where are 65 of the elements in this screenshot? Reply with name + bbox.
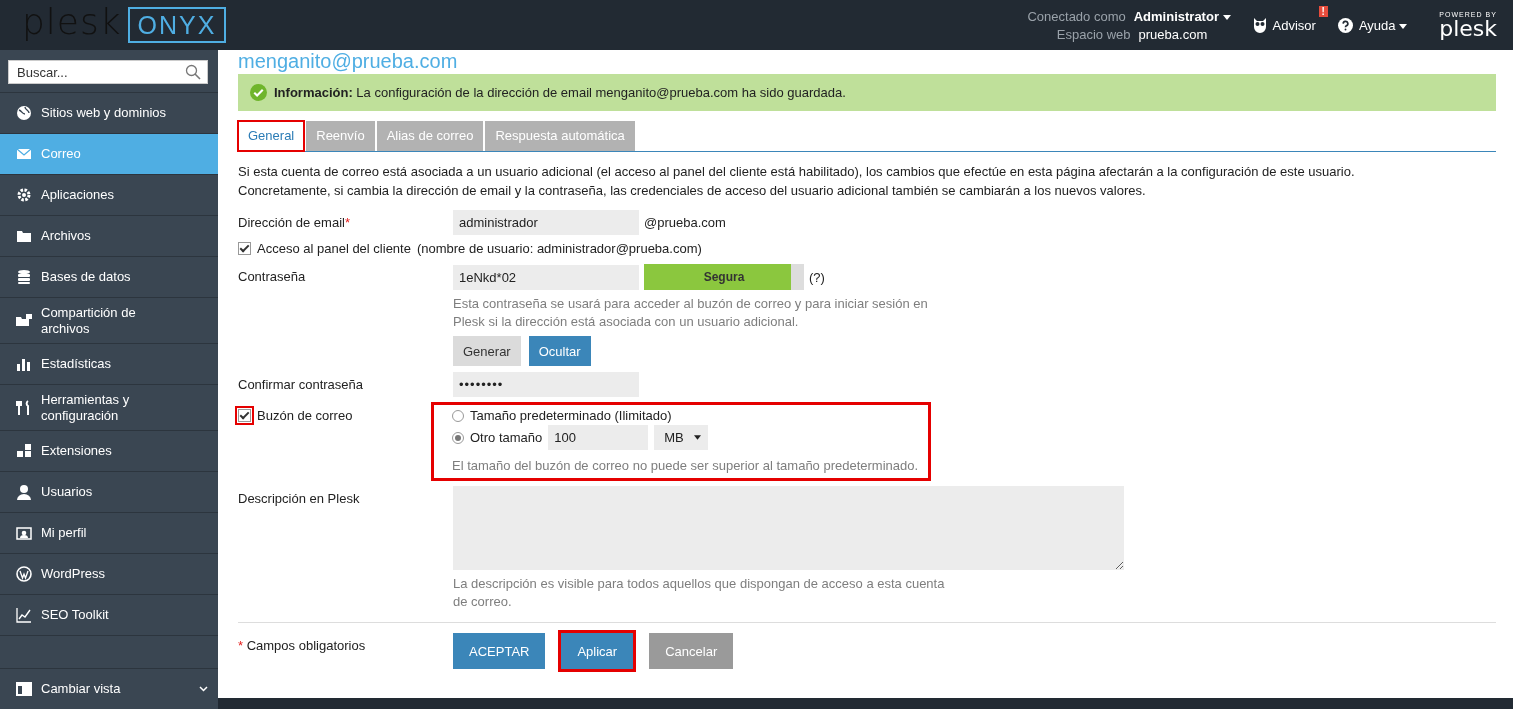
shared-folder-icon [16, 312, 32, 329]
hint-text: El tamaño del buzón de correo no puede ser superior al tamaño predeterminado. [452, 457, 919, 475]
domain-suffix: @prueba.com [644, 215, 726, 230]
field-label: Dirección de email* [238, 215, 350, 230]
size-field[interactable]: 100 [548, 425, 649, 450]
gear-icon [16, 187, 32, 203]
page-title: menganito@prueba.com [238, 50, 459, 72]
edition-badge: ONYX [127, 7, 227, 43]
line-chart-icon [16, 607, 32, 624]
form-button[interactable]: Aplicar [561, 633, 634, 669]
person-icon [16, 484, 32, 501]
password-button[interactable]: Ocultar [528, 336, 591, 366]
help-menu[interactable]: Ayuda [1358, 17, 1408, 33]
search-field[interactable]: Buscar... [8, 60, 208, 84]
message-text: Información: La configuración de la dirección de email menganito@prueba.com ha sido guardada. [274, 85, 846, 100]
advisor-link[interactable]: Advisor [1272, 17, 1316, 33]
envelope-icon [16, 146, 32, 162]
owl-icon[interactable] [1252, 17, 1267, 33]
help-link[interactable]: (?) [809, 269, 825, 285]
hint-text: Esta contraseña se usará para acceder al buzón de correo y para iniciar sesión en Plesk si la dirección está asociada con un usuario adicional. [453, 295, 929, 331]
field-label: Confirmar contraseña [238, 377, 363, 392]
bar-chart-icon [16, 356, 32, 373]
field-label: Contraseña [238, 269, 306, 284]
field-label: Descripción en Plesk [238, 491, 360, 506]
change-view-menu[interactable]: Cambiar vista [0, 669, 218, 709]
radio-label: Tamaño predeterminado (Ilimitado) [470, 408, 672, 423]
checkbox[interactable] [238, 242, 251, 255]
required-note: * Campos obligatorios [238, 638, 366, 653]
wordpress-icon [16, 566, 32, 583]
webspace-link[interactable]: prueba.com [1138, 26, 1231, 42]
database-icon [16, 269, 32, 285]
connected-label: Conectado como [1027, 8, 1126, 24]
search-icon[interactable] [185, 64, 201, 80]
layout-icon [16, 682, 32, 696]
id-card-icon [16, 525, 32, 542]
username-note: (nombre de usuario: administrador@prueba.com) [416, 241, 702, 256]
webspace-label: Espacio web [1056, 26, 1131, 42]
confirm-password-field[interactable]: •••••••• [453, 372, 639, 397]
help-icon[interactable] [1337, 17, 1353, 33]
intro-text: Si esta cuenta de correo está asociada a un usuario adicional (el acceso al panel del cliente está habilitado), los cambios que efectúe en esta página afectarán a la configuración de este usuario. Concretamente, si cambia la dirección de email y la contraseña, las credenciales de acceso del usuario adicional también se cambiarán a los nuevos valores. [238, 163, 1356, 200]
tab[interactable]: General [238, 121, 305, 151]
description-field[interactable] [453, 486, 1124, 570]
strength-label: Segura [703, 270, 745, 284]
radio-label: Otro tamaño [470, 430, 543, 445]
password-field[interactable]: 1eNkd*02 [453, 264, 639, 290]
caret-icon [1399, 23, 1408, 29]
unit-dropdown[interactable]: MB [654, 425, 709, 450]
form-button[interactable]: ACEPTAR [453, 633, 546, 669]
radio-button[interactable] [452, 409, 464, 422]
plesk-logo: plesk [1439, 17, 1497, 40]
hint-text: La descripción es visible para todos aquellos que dispongan de acceso a esta cuenta de correo. [453, 575, 946, 611]
checkbox-label: Acceso al panel del cliente [257, 241, 411, 256]
caret-icon [1222, 14, 1231, 20]
alert-badge: ! [1318, 6, 1328, 17]
checkbox-label: Buzón de correo [257, 408, 353, 423]
email-field[interactable]: administrador [453, 210, 639, 235]
radio-button[interactable] [452, 431, 464, 444]
caret-icon [693, 435, 701, 440]
password-button[interactable]: Generar [453, 336, 521, 366]
puzzle-icon [16, 443, 32, 460]
check-circle-icon [250, 84, 267, 101]
chevron-icon [199, 686, 208, 692]
folder-icon [16, 228, 32, 244]
user-menu[interactable]: Administrator [1133, 8, 1231, 24]
tools-icon [16, 399, 32, 416]
